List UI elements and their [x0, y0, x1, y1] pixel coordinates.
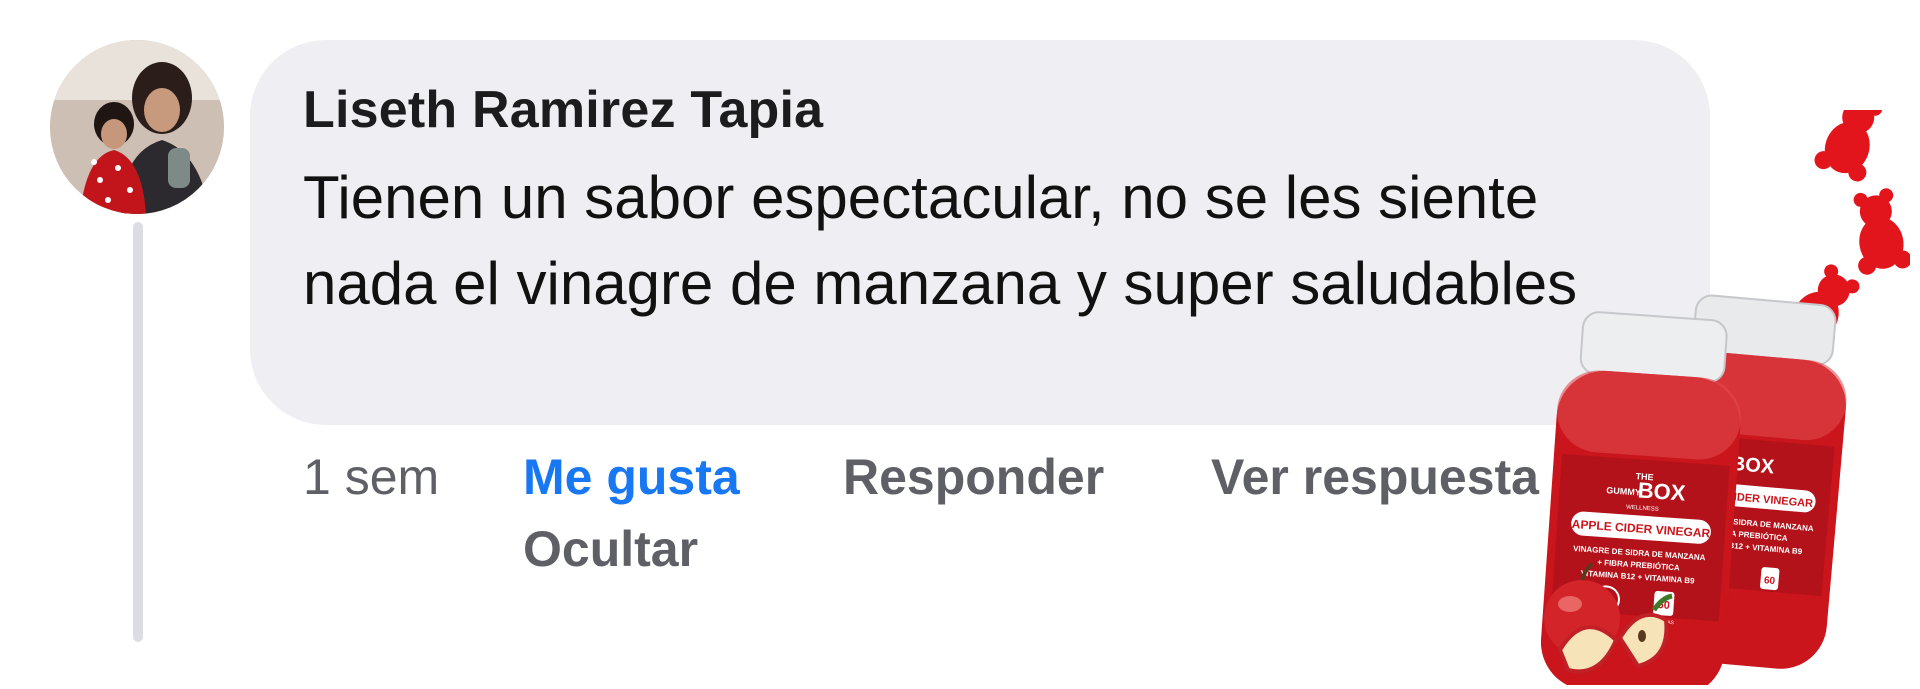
timestamp[interactable]: 1 sem	[303, 448, 439, 506]
comment-author[interactable]: Liseth Ramirez Tapia	[303, 80, 823, 140]
avatar[interactable]	[50, 40, 224, 214]
product-image: BOX APPLE CIDER VINEGAR VINAGRE DE SIDRA…	[1530, 110, 1910, 685]
hide-button[interactable]: Ocultar	[523, 520, 698, 578]
reply-button[interactable]: Responder	[843, 448, 1104, 506]
svg-text:BOX: BOX	[1637, 477, 1687, 505]
avatar-photo	[50, 40, 224, 214]
comment-text: Tienen un sabor espectacular, no se les …	[303, 164, 1578, 317]
like-button[interactable]: Me gusta	[523, 448, 740, 506]
thread-line	[133, 222, 143, 642]
view-replies-button[interactable]: Ver respuesta	[1211, 448, 1539, 506]
product-bottles-graphic: BOX APPLE CIDER VINEGAR VINAGRE DE SIDRA…	[1540, 110, 1910, 685]
svg-text:60: 60	[1763, 575, 1775, 587]
